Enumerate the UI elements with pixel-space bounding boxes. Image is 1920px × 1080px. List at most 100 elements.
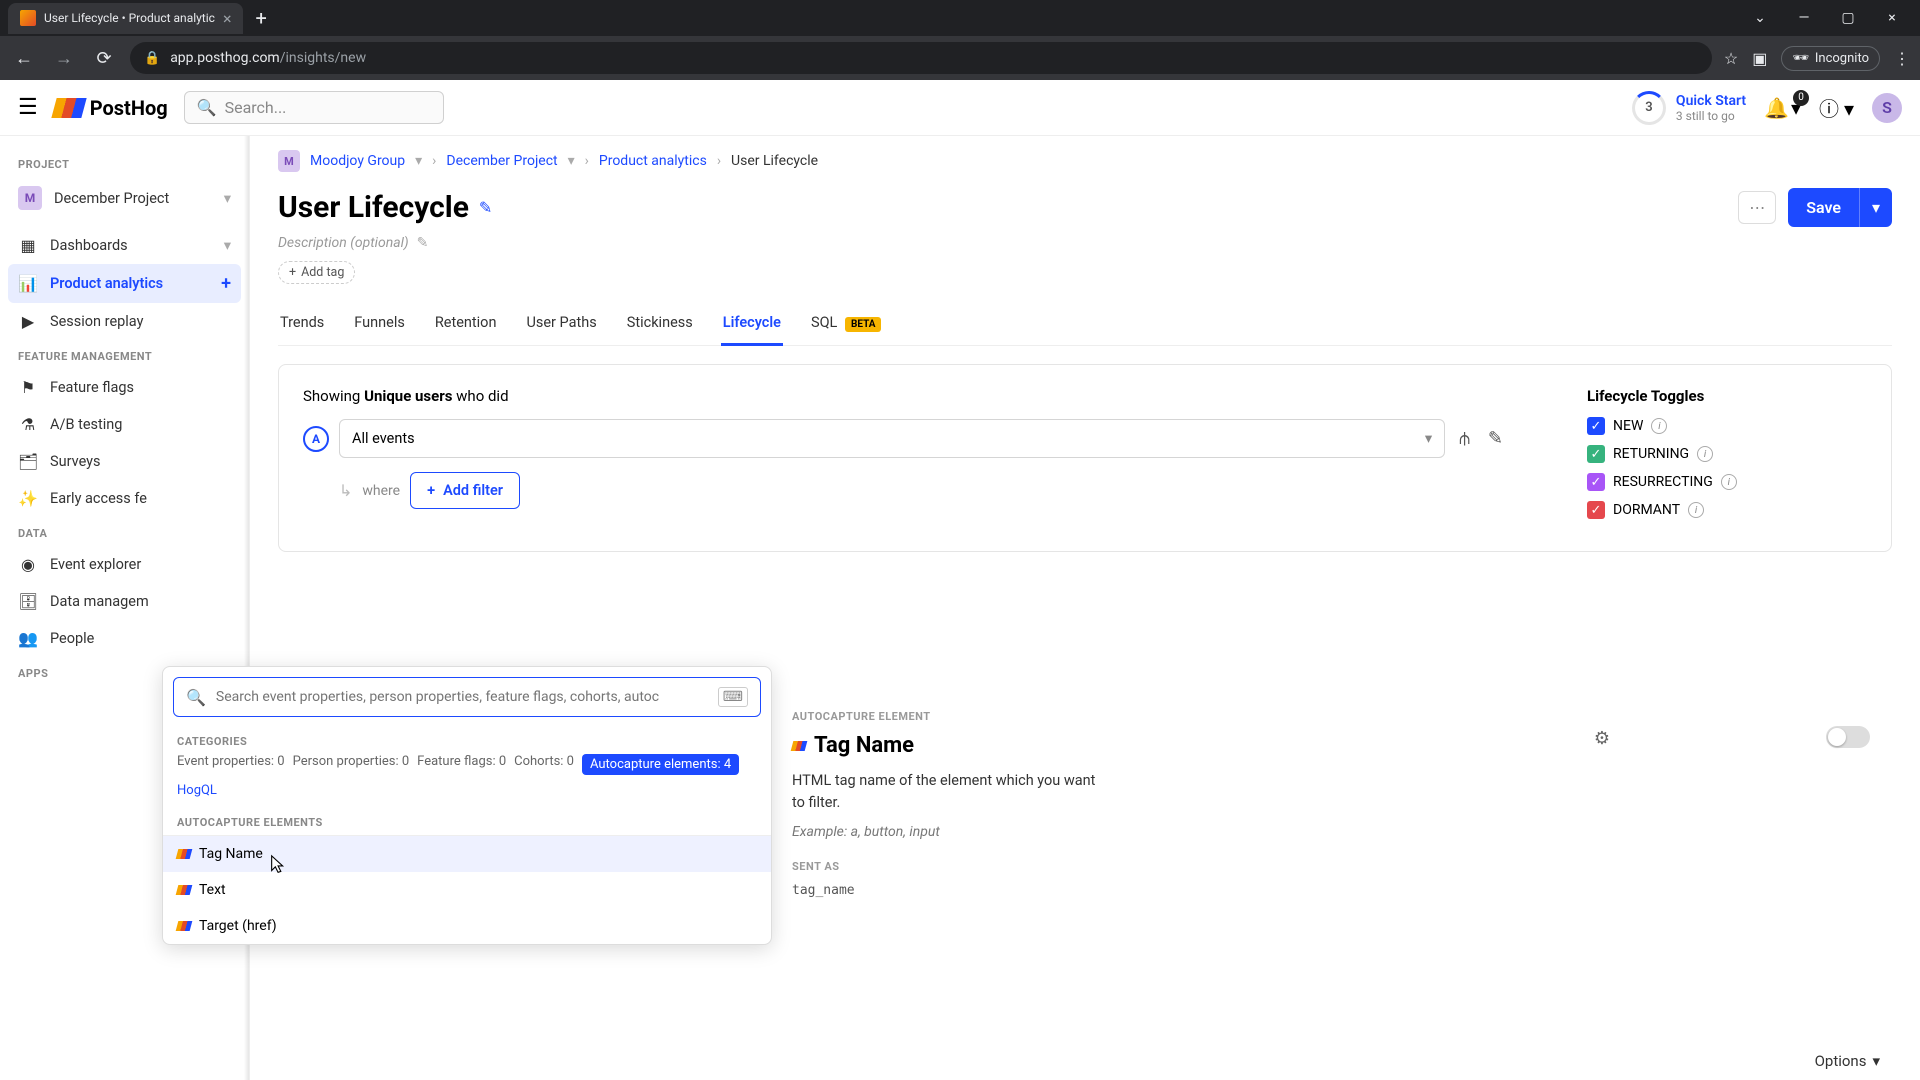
info-icon[interactable]: i [1688, 502, 1704, 518]
close-window-icon[interactable]: × [1872, 0, 1912, 36]
toggle-dormant[interactable]: ✓ DORMANT i [1587, 501, 1867, 519]
url-host: app.posthog.com [170, 50, 280, 66]
sidebar-section-feature: FEATURE MANAGEMENT [8, 340, 241, 369]
breadcrumb-current: User Lifecycle [731, 153, 818, 169]
user-avatar[interactable]: S [1872, 93, 1902, 123]
posthog-icon [176, 885, 193, 895]
tab-title: User Lifecycle • Product analytic [44, 11, 215, 25]
bookmark-icon[interactable]: ☆ [1724, 49, 1738, 68]
sidebar-project-selector[interactable]: M December Project ▾ [8, 177, 241, 219]
toggle-returning[interactable]: ✓ RETURNING i [1587, 445, 1867, 463]
minimize-icon[interactable]: — [1784, 0, 1824, 36]
org-badge: M [278, 150, 300, 172]
browser-tab[interactable]: User Lifecycle • Product analytic × [8, 3, 243, 34]
options-button[interactable]: Options▾ [1815, 1052, 1880, 1070]
filter-icon[interactable]: ⫛ [1455, 424, 1474, 453]
keyboard-icon[interactable]: ⌨ [718, 687, 748, 707]
tab-sql[interactable]: SQL BETA [809, 306, 884, 345]
category-chip[interactable]: Person properties: 0 [293, 754, 410, 775]
address-bar[interactable]: 🔒 app.posthog.com/insights/new [130, 42, 1712, 74]
breadcrumb-link[interactable]: Moodjoy Group [310, 153, 405, 169]
chevron-down-icon: ▾ [1425, 430, 1432, 447]
tab-funnels[interactable]: Funnels [352, 306, 407, 345]
new-tab-button[interactable]: + [243, 6, 278, 30]
panel-icon[interactable]: ▣ [1752, 49, 1767, 68]
back-button[interactable]: ← [10, 48, 38, 69]
categories-heading: CATEGORIES [163, 727, 771, 754]
edit-title-icon[interactable]: ✎ [479, 198, 492, 217]
quick-start-widget[interactable]: 3 Quick Start 3 still to go [1632, 91, 1746, 125]
tab-stickiness[interactable]: Stickiness [625, 306, 695, 345]
breadcrumb-link[interactable]: Product analytics [599, 153, 707, 169]
analytics-icon: 📊 [18, 274, 38, 293]
toggle-new[interactable]: ✓ NEW i [1587, 417, 1867, 435]
edit-description-icon[interactable]: ✎ [417, 235, 429, 251]
toggle-resurrecting[interactable]: ✓ RESURRECTING i [1587, 473, 1867, 491]
live-icon: ◉ [18, 555, 38, 574]
sidebar-item-surveys[interactable]: 🗂 Surveys [8, 443, 241, 480]
breadcrumb-link[interactable]: December Project [446, 153, 557, 169]
category-chip[interactable]: Event properties: 0 [177, 754, 285, 775]
description-placeholder[interactable]: Description (optional) [278, 235, 409, 251]
people-icon: 👥 [18, 629, 38, 648]
sidebar-item-session-replay[interactable]: ▶ Session replay [8, 303, 241, 340]
sidebar-item-early-access[interactable]: ✨ Early access fe [8, 480, 241, 517]
category-chip[interactable]: Feature flags: 0 [417, 754, 506, 775]
plus-icon: + [289, 265, 296, 280]
category-chip-active[interactable]: Autocapture elements: 4 [582, 754, 739, 775]
sidebar-item-ab-testing[interactable]: ⚗ A/B testing [8, 406, 241, 443]
category-chip[interactable]: HogQL [177, 783, 217, 798]
chevron-down-icon[interactable]: ⌄ [1740, 0, 1780, 36]
posthog-logo[interactable]: PostHog [54, 96, 168, 120]
gear-icon[interactable]: ⚙ [1594, 728, 1610, 749]
beta-badge: BETA [845, 317, 882, 332]
incognito-indicator[interactable]: 🕶 Incognito [1781, 46, 1880, 71]
sidebar-item-dashboards[interactable]: ▦ Dashboards ▾ [8, 227, 241, 264]
notifications-button[interactable]: 🔔▾ 0 [1764, 96, 1801, 120]
tab-trends[interactable]: Trends [278, 306, 326, 345]
sidebar-item-event-explorer[interactable]: ◉ Event explorer [8, 546, 241, 583]
info-icon[interactable]: i [1651, 418, 1667, 434]
toggles-heading: Lifecycle Toggles [1587, 387, 1867, 405]
info-icon[interactable]: i [1697, 446, 1713, 462]
tab-user-paths[interactable]: User Paths [524, 306, 598, 345]
save-dropdown-icon[interactable]: ▾ [1859, 188, 1892, 227]
tab-close-icon[interactable]: × [223, 9, 232, 28]
toggle-switch[interactable] [1826, 726, 1870, 748]
save-button[interactable]: Save ▾ [1788, 188, 1892, 227]
maximize-icon[interactable]: ▢ [1828, 0, 1868, 36]
global-search[interactable]: 🔍 Search... [184, 91, 444, 124]
reload-button[interactable]: ⟳ [90, 48, 118, 69]
checkbox-icon: ✓ [1587, 501, 1605, 519]
property-option-tag-name[interactable]: Tag Name [163, 836, 771, 872]
rename-icon[interactable]: ✎ [1484, 424, 1507, 453]
property-search-input[interactable]: 🔍 ⌨ [173, 677, 761, 717]
more-actions-button[interactable]: ⋯ [1738, 191, 1776, 224]
kebab-menu-icon[interactable]: ⋮ [1894, 49, 1910, 68]
dashboard-icon: ▦ [18, 236, 38, 255]
lock-icon: 🔒 [144, 51, 160, 66]
help-button[interactable]: ⓘ ▾ [1819, 93, 1854, 122]
add-filter-button[interactable]: + Add filter [410, 472, 520, 509]
insight-type-tabs: Trends Funnels Retention User Paths Stic… [278, 306, 1892, 346]
category-chip[interactable]: Cohorts: 0 [514, 754, 574, 775]
query-config-panel: Showing Unique users who did A All event… [278, 364, 1892, 552]
sidebar-item-people[interactable]: 👥 People [8, 620, 241, 657]
sidebar-item-data-management[interactable]: 🗄 Data managem [8, 583, 241, 620]
search-icon: 🔍 [197, 98, 217, 117]
flag-icon: ⚑ [18, 378, 38, 397]
event-selector[interactable]: All events ▾ [339, 419, 1445, 458]
add-tag-button[interactable]: + Add tag [278, 261, 355, 284]
property-detail-panel: AUTOCAPTURE ELEMENT Tag Name HTML tag na… [776, 694, 1116, 918]
property-option-target[interactable]: Target (href) [163, 908, 771, 944]
sidebar-item-product-analytics[interactable]: 📊 Product analytics + [8, 264, 241, 303]
property-option-text[interactable]: Text [163, 872, 771, 908]
sidebar-item-feature-flags[interactable]: ⚑ Feature flags [8, 369, 241, 406]
menu-toggle-icon[interactable]: ☰ [18, 95, 38, 120]
tab-lifecycle[interactable]: Lifecycle [721, 306, 783, 346]
sidebar-section-project: PROJECT [8, 148, 241, 177]
posthog-icon [791, 741, 808, 751]
info-icon[interactable]: i [1721, 474, 1737, 490]
plus-icon[interactable]: + [221, 273, 231, 294]
tab-retention[interactable]: Retention [433, 306, 499, 345]
